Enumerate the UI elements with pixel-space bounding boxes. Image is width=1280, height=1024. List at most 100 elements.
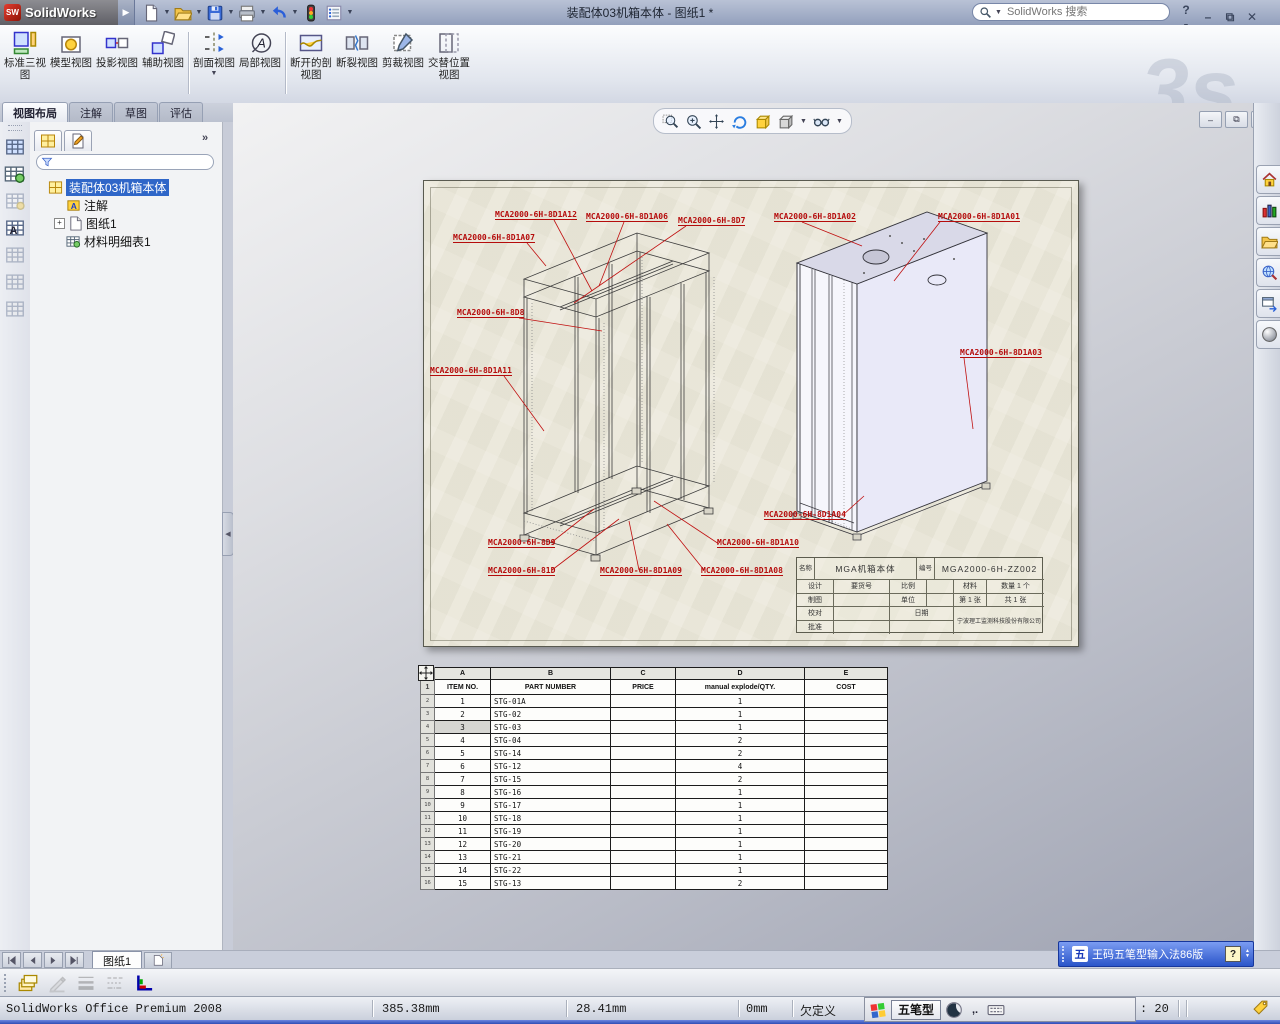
bom-cell[interactable]: STG-12: [490, 759, 611, 773]
bom-row-number[interactable]: 16: [420, 876, 435, 890]
first-sheet-button[interactable]: [2, 952, 21, 968]
drawing-sheet[interactable]: MCA2000-6H-8D1A07 MCA2000-6H-8D1A12 MCA200…: [423, 180, 1079, 647]
command-button-detail-view[interactable]: A 局部视图: [237, 28, 283, 98]
bom-cell[interactable]: [610, 720, 676, 734]
bom-cell[interactable]: [610, 811, 676, 825]
bom-cell[interactable]: 15: [434, 876, 491, 890]
layer-properties-icon[interactable]: [18, 973, 38, 993]
bom-cell[interactable]: 1: [675, 850, 805, 864]
bom-row-number[interactable]: 12: [420, 824, 435, 838]
part-annotation[interactable]: MCA2000-6H-8D1A07: [453, 233, 535, 243]
taskpane-tab-appearances[interactable]: [1256, 320, 1280, 349]
dropdown-arrow-icon[interactable]: ▼: [163, 9, 171, 16]
bom-cell[interactable]: STG-16: [490, 785, 611, 799]
toolbar-grip[interactable]: [8, 125, 22, 131]
bom-cell[interactable]: STG-18: [490, 811, 611, 825]
zoom-fit-icon[interactable]: [662, 113, 679, 130]
bom-cell[interactable]: [804, 759, 888, 773]
tab-视图布局[interactable]: 视图布局: [2, 102, 68, 122]
bom-cell[interactable]: [804, 811, 888, 825]
bom-cell[interactable]: [610, 850, 676, 864]
bom-cell[interactable]: 14: [434, 863, 491, 877]
bom-cell[interactable]: 1: [675, 694, 805, 708]
part-annotation[interactable]: MCA2000-6H-8D1A02: [774, 212, 856, 222]
part-annotation[interactable]: MCA2000-6H-81D: [488, 566, 556, 576]
last-sheet-button[interactable]: [65, 952, 84, 968]
hole-table-icon[interactable]: [4, 190, 26, 212]
next-sheet-button[interactable]: [44, 952, 63, 968]
bom-cell[interactable]: 2: [675, 733, 805, 747]
line-style-icon[interactable]: [105, 973, 125, 993]
open-folder-button[interactable]: [172, 2, 194, 24]
bom-cell[interactable]: 1: [675, 837, 805, 851]
bom-row-number[interactable]: 11: [420, 811, 435, 825]
bom-cell[interactable]: 1: [675, 785, 805, 799]
punch-table-icon[interactable]: [4, 271, 26, 293]
dropdown-arrow-icon[interactable]: ▼: [291, 9, 299, 16]
bom-row-number[interactable]: 14: [420, 850, 435, 864]
dropdown-arrow-icon[interactable]: ▼: [195, 9, 203, 16]
bom-cell[interactable]: [610, 785, 676, 799]
bom-cell[interactable]: 7: [434, 772, 491, 786]
bom-cell[interactable]: 4: [675, 759, 805, 773]
rebuild-button[interactable]: [300, 2, 322, 24]
restore-button[interactable]: ⧉: [1222, 10, 1238, 25]
tab-评估[interactable]: 评估: [159, 102, 203, 122]
bom-cell[interactable]: STG-15: [490, 772, 611, 786]
bom-row-number[interactable]: 6: [420, 746, 435, 760]
bom-row-number[interactable]: 13: [420, 837, 435, 851]
search-box[interactable]: ▼: [972, 3, 1170, 21]
ime-punctuation-icon[interactable]: ,.: [967, 1004, 983, 1016]
bom-cell[interactable]: [610, 876, 676, 890]
bom-cell[interactable]: STG-02: [490, 707, 611, 721]
save-disk-button[interactable]: [204, 2, 226, 24]
bom-cell[interactable]: [610, 824, 676, 838]
bom-cell[interactable]: 2: [675, 772, 805, 786]
bom-row-number[interactable]: 1: [420, 679, 435, 695]
part-annotation[interactable]: MCA2000-6H-8D1A06: [586, 212, 668, 222]
line-thickness-icon[interactable]: [76, 973, 96, 993]
ime-mode-button[interactable]: 五笔型: [891, 999, 942, 1020]
bom-header-cell[interactable]: PART NUMBER: [490, 679, 611, 695]
command-button-crop-view[interactable]: 剪裁视图: [380, 28, 426, 98]
bom-cell[interactable]: [610, 694, 676, 708]
bom-cell[interactable]: 11: [434, 824, 491, 838]
bom-cell[interactable]: 2: [675, 876, 805, 890]
ime-fullhalf-moon-icon[interactable]: [945, 1001, 963, 1019]
bom-row-number[interactable]: 5: [420, 733, 435, 747]
bom-header-cell[interactable]: PRICE: [610, 679, 676, 695]
part-annotation[interactable]: MCA2000-6H-8D1A03: [960, 348, 1042, 358]
command-button-broken-out-section[interactable]: 断开的剖视图: [288, 28, 334, 98]
bom-table-icon[interactable]: [4, 163, 26, 185]
display-style-icon[interactable]: [777, 113, 794, 130]
command-button-projected-view[interactable]: 投影视图: [94, 28, 140, 98]
bom-header-cell[interactable]: ITEM NO.: [434, 679, 491, 695]
graphics-area[interactable]: ▼▼ – ⧉ ✕: [233, 103, 1253, 950]
print-button[interactable]: [236, 2, 258, 24]
taskpane-tab-view-palette[interactable]: [1256, 289, 1280, 318]
ime-windows-flag-icon[interactable]: [869, 1001, 887, 1019]
toolbar-grip[interactable]: [4, 974, 9, 992]
bom-cell[interactable]: [804, 824, 888, 838]
bom-cell[interactable]: 6: [434, 759, 491, 773]
dropdown-arrow-icon[interactable]: ▼: [800, 118, 807, 125]
dropdown-arrow-icon[interactable]: ▼: [259, 9, 267, 16]
bom-cell[interactable]: STG-01A: [490, 694, 611, 708]
taskpane-tab-search-results[interactable]: [1256, 258, 1280, 287]
bom-cell[interactable]: [610, 798, 676, 812]
bom-cell[interactable]: [804, 707, 888, 721]
bom-cell[interactable]: [610, 707, 676, 721]
dropdown-arrow-icon[interactable]: ▼: [836, 118, 843, 125]
ime-title-bar[interactable]: 五 王码五笔型输入法86版 ? ▲ ▼: [1058, 941, 1254, 967]
part-annotation[interactable]: MCA2000-6H-8D7: [678, 216, 746, 226]
bom-cell[interactable]: [804, 837, 888, 851]
ime-help-button[interactable]: ?: [1225, 946, 1242, 962]
bom-cell[interactable]: 1: [434, 694, 491, 708]
part-annotation[interactable]: MCA2000-6H-8D1A01: [938, 212, 1020, 222]
command-button-model-view[interactable]: 模型视图: [48, 28, 94, 98]
bom-cell[interactable]: [610, 759, 676, 773]
part-annotation[interactable]: MCA2000-6H-8D1A09: [600, 566, 682, 576]
bom-cell[interactable]: 12: [434, 837, 491, 851]
options-list-button[interactable]: [323, 2, 345, 24]
part-annotation[interactable]: MCA2000-6H-8D8: [457, 308, 525, 318]
